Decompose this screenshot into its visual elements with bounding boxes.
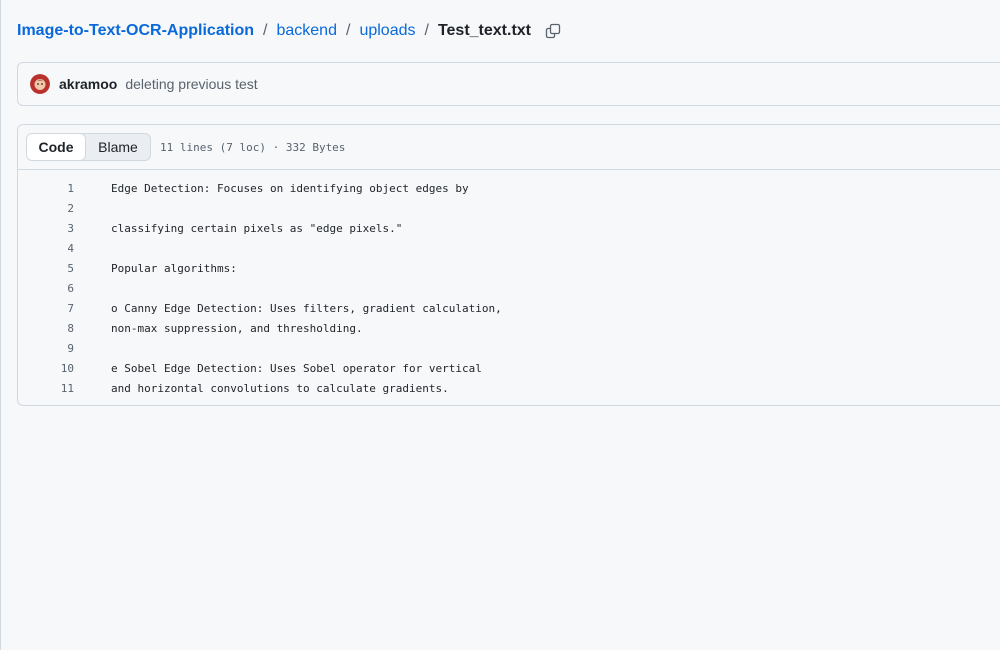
- code-line: 6: [18, 278, 1000, 298]
- code-line: 10 e Sobel Edge Detection: Uses Sobel ope…: [18, 358, 1000, 378]
- page-edge-divider: [0, 0, 1, 650]
- file-stats: 11 lines (7 loc) · 332 Bytes: [160, 140, 346, 154]
- breadcrumb: Image-to-Text-OCR-Application / backend …: [17, 18, 563, 44]
- line-text: Popular algorithms:: [111, 261, 237, 275]
- file-viewer: Code Blame 11 lines (7 loc) · 332 Bytes …: [17, 124, 1000, 406]
- blame-tab-button[interactable]: Blame: [86, 134, 150, 160]
- commit-author-link[interactable]: akramoo: [59, 76, 117, 92]
- line-number[interactable]: 9: [18, 342, 74, 355]
- breadcrumb-folder-backend[interactable]: backend: [276, 22, 337, 40]
- code-line: 11 and horizontal convolutions to calcula…: [18, 378, 1000, 398]
- code-line: 9: [18, 338, 1000, 358]
- line-text: non-max suppression, and thresholding.: [111, 321, 363, 335]
- code-content: 1 Edge Detection: Focuses on identifying …: [18, 170, 1000, 398]
- view-mode-toggle: Code Blame: [26, 133, 151, 161]
- code-line: 2: [18, 198, 1000, 218]
- copy-path-button[interactable]: [543, 21, 563, 41]
- line-text: classifying certain pixels as "edge pixe…: [111, 221, 403, 235]
- line-text: e Sobel Edge Detection: Uses Sobel opera…: [111, 361, 482, 375]
- avatar[interactable]: [30, 74, 50, 94]
- code-line: 5 Popular algorithms:: [18, 258, 1000, 278]
- breadcrumb-folder-uploads[interactable]: uploads: [359, 22, 415, 40]
- line-number[interactable]: 4: [18, 242, 74, 255]
- line-number[interactable]: 7: [18, 302, 74, 315]
- commit-message-link[interactable]: deleting previous test: [125, 76, 257, 92]
- line-number[interactable]: 6: [18, 282, 74, 295]
- code-line: 8 non-max suppression, and thresholding.: [18, 318, 1000, 338]
- breadcrumb-separator: /: [263, 22, 268, 39]
- line-number[interactable]: 5: [18, 262, 74, 275]
- line-number[interactable]: 2: [18, 202, 74, 215]
- code-tab-button[interactable]: Code: [27, 134, 86, 160]
- line-number[interactable]: 1: [18, 182, 74, 195]
- line-text: Edge Detection: Focuses on identifying o…: [111, 181, 469, 195]
- line-number[interactable]: 11: [18, 382, 74, 395]
- code-line: 3 classifying certain pixels as "edge pix…: [18, 218, 1000, 238]
- code-line: 7 o Canny Edge Detection: Uses filters, g…: [18, 298, 1000, 318]
- breadcrumb-current-file: Test_text.txt: [437, 22, 531, 39]
- file-header: Code Blame 11 lines (7 loc) · 332 Bytes: [18, 125, 1000, 170]
- copy-icon: [545, 23, 561, 39]
- latest-commit-box: akramoo deleting previous test: [17, 62, 1000, 106]
- line-text: and horizontal convolutions to calculate…: [111, 381, 449, 395]
- breadcrumb-separator: /: [424, 22, 429, 39]
- code-line: 1 Edge Detection: Focuses on identifying …: [18, 178, 1000, 198]
- line-text: o Canny Edge Detection: Uses filters, gr…: [111, 301, 502, 315]
- line-number[interactable]: 10: [18, 362, 74, 375]
- code-line: 4: [18, 238, 1000, 258]
- line-number[interactable]: 8: [18, 322, 74, 335]
- line-number[interactable]: 3: [18, 222, 74, 235]
- breadcrumb-separator: /: [345, 22, 351, 39]
- breadcrumb-repo-link[interactable]: Image-to-Text-OCR-Application: [17, 22, 254, 40]
